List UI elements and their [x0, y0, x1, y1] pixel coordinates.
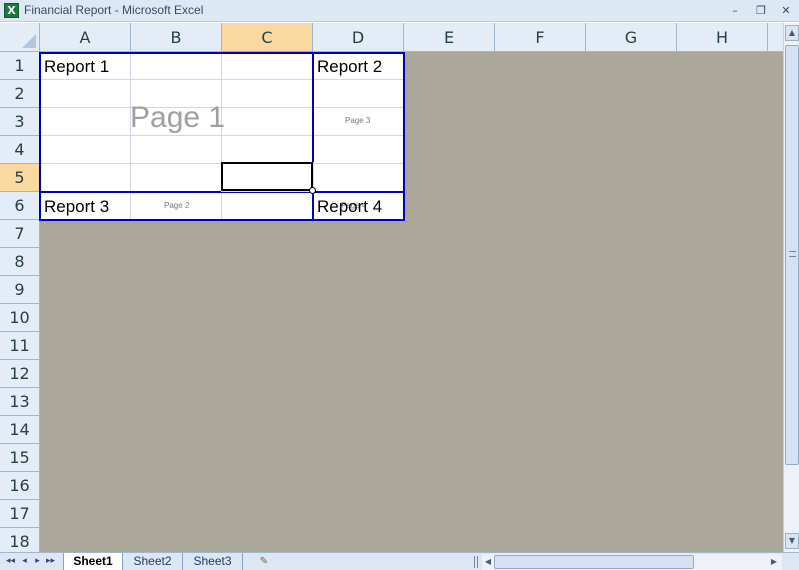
- insert-worksheet-icon[interactable]: ✎: [254, 554, 274, 569]
- row-header-7[interactable]: 7: [0, 220, 40, 248]
- page-break-top[interactable]: [39, 52, 405, 54]
- sheet-tab-bar: ◂◂ ◂ ▸ ▸▸ Sheet1 Sheet2 Sheet3 ✎ ◀ ▶: [0, 552, 799, 570]
- row-header-2[interactable]: 2: [0, 80, 40, 108]
- column-header-h[interactable]: H: [677, 23, 768, 52]
- select-all-button[interactable]: [0, 23, 40, 52]
- scroll-left-button[interactable]: ◀: [482, 555, 494, 569]
- row-header-12[interactable]: 12: [0, 360, 40, 388]
- row-header-6[interactable]: 6: [0, 192, 40, 220]
- gridline: [221, 52, 222, 220]
- row-header-13[interactable]: 13: [0, 388, 40, 416]
- column-header-e[interactable]: E: [404, 23, 495, 52]
- page-1-watermark: Page 1: [130, 101, 226, 134]
- column-header-d[interactable]: D: [313, 23, 404, 52]
- row-header-8[interactable]: 8: [0, 248, 40, 276]
- excel-icon[interactable]: X: [4, 3, 19, 18]
- restore-button[interactable]: ❐: [752, 2, 770, 19]
- close-button[interactable]: ✕: [777, 2, 795, 19]
- window-title: Financial Report - Microsoft Excel: [24, 3, 204, 17]
- column-header-g[interactable]: G: [586, 23, 677, 52]
- page-3-watermark: Page 3: [345, 116, 371, 125]
- cell-d6[interactable]: Report 4: [317, 197, 382, 217]
- title-bar: X Financial Report - Microsoft Excel – ❐…: [0, 0, 799, 22]
- scroll-right-button[interactable]: ▶: [768, 555, 780, 569]
- cell-a6[interactable]: Report 3: [44, 197, 109, 217]
- worksheet-grid[interactable]: A B C D E F G H 1 2 3 4 5 6 7 8 9 10 11 …: [0, 23, 783, 552]
- active-cell-c5[interactable]: [221, 162, 313, 191]
- gridline: [40, 135, 404, 136]
- row-header-3[interactable]: 3: [0, 108, 40, 136]
- tab-split-handle[interactable]: [474, 556, 478, 568]
- tab-sheet3[interactable]: Sheet3: [183, 553, 243, 570]
- print-area[interactable]: [40, 52, 404, 220]
- page-break-bottom[interactable]: [39, 219, 405, 221]
- row-header-16[interactable]: 16: [0, 472, 40, 500]
- select-all-triangle-icon: [22, 34, 36, 48]
- cell-d1[interactable]: Report 2: [317, 57, 382, 77]
- fill-handle[interactable]: [309, 187, 316, 194]
- minimize-button[interactable]: –: [726, 2, 744, 19]
- last-sheet-icon[interactable]: ▸▸: [44, 554, 57, 569]
- horizontal-scrollbar[interactable]: ◀ ▶: [482, 554, 782, 570]
- row-header-18[interactable]: 18: [0, 528, 40, 552]
- row-header-15[interactable]: 15: [0, 444, 40, 472]
- row-header-17[interactable]: 17: [0, 500, 40, 528]
- page-break-left[interactable]: [39, 52, 41, 221]
- page-break-right[interactable]: [403, 52, 405, 221]
- column-header-c[interactable]: C: [222, 23, 313, 52]
- page-2-watermark: Page 2: [164, 201, 190, 210]
- tab-sheet1[interactable]: Sheet1: [63, 553, 123, 570]
- page-break-vertical[interactable]: [312, 52, 314, 221]
- first-sheet-icon[interactable]: ◂◂: [4, 554, 17, 569]
- row-header-9[interactable]: 9: [0, 276, 40, 304]
- row-header-11[interactable]: 11: [0, 332, 40, 360]
- row-header-14[interactable]: 14: [0, 416, 40, 444]
- row-header-10[interactable]: 10: [0, 304, 40, 332]
- column-header-partial[interactable]: [768, 23, 783, 52]
- vertical-scrollbar[interactable]: ▲ ▼: [783, 23, 799, 552]
- scroll-up-button[interactable]: ▲: [785, 25, 799, 41]
- row-header-5[interactable]: 5: [0, 164, 40, 192]
- prev-sheet-icon[interactable]: ◂: [18, 554, 31, 569]
- next-sheet-icon[interactable]: ▸: [31, 554, 44, 569]
- vertical-scroll-thumb[interactable]: [785, 45, 799, 465]
- gridline: [40, 79, 404, 80]
- cell-a1[interactable]: Report 1: [44, 57, 109, 77]
- horizontal-scroll-thumb[interactable]: [494, 555, 694, 569]
- column-header-a[interactable]: A: [40, 23, 131, 52]
- row-header-1[interactable]: 1: [0, 52, 40, 80]
- tab-sheet2[interactable]: Sheet2: [123, 553, 183, 570]
- row-header-4[interactable]: 4: [0, 136, 40, 164]
- column-header-f[interactable]: F: [495, 23, 586, 52]
- column-header-b[interactable]: B: [131, 23, 222, 52]
- gridline: [130, 52, 131, 220]
- grip-icon: [789, 251, 796, 257]
- scroll-down-button[interactable]: ▼: [785, 533, 799, 549]
